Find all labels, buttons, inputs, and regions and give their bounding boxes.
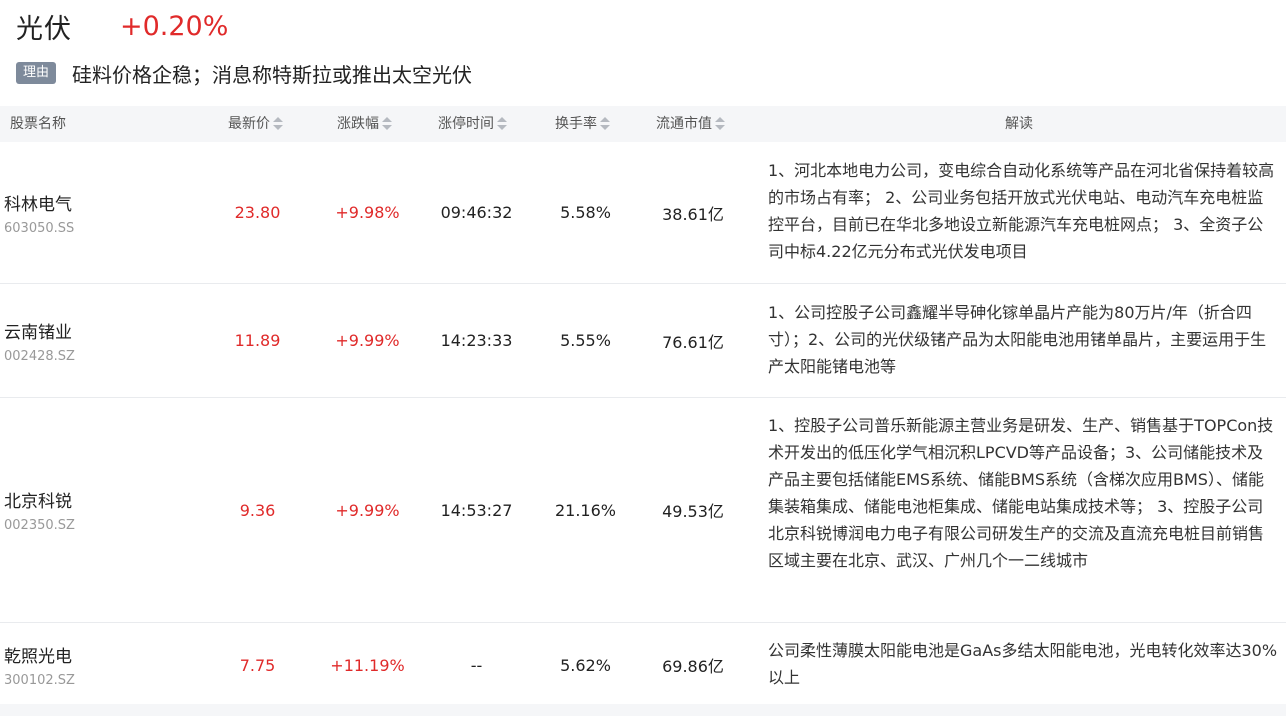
sort-icon[interactable] — [273, 117, 283, 131]
table-row[interactable]: 云南锗业 002428.SZ 11.89 +9.99% 14:23:33 5.5… — [0, 284, 1286, 398]
sector-change: +0.20% — [120, 10, 229, 42]
col-price-header[interactable]: 最新价 — [228, 106, 283, 142]
market-cap: 49.53亿 — [662, 502, 724, 521]
stock-name-cell[interactable]: 科林电气 603050.SS — [4, 142, 74, 283]
col-change-label: 涨跌幅 — [337, 116, 379, 132]
turnover-rate: 5.58% — [560, 203, 611, 222]
stock-name[interactable]: 北京科锐 — [4, 487, 72, 512]
table-row[interactable]: 科林电气 603050.SS 23.80 +9.98% 09:46:32 5.5… — [0, 142, 1286, 284]
col-price-label: 最新价 — [228, 116, 270, 132]
latest-price: 23.80 — [234, 203, 281, 222]
col-change-header[interactable]: 涨跌幅 — [337, 106, 392, 142]
market-cap: 69.86亿 — [662, 657, 724, 676]
reason-line: 理由 硅料价格企稳；消息称特斯拉或推出太空光伏 — [16, 56, 472, 90]
stock-code: 603050.SS — [4, 220, 75, 236]
col-name-header: 股票名称 — [10, 116, 66, 132]
turnover-rate: 5.62% — [560, 655, 611, 675]
latest-price: 11.89 — [234, 331, 281, 350]
price-change: +11.19% — [330, 655, 405, 675]
interpretation-text: 1、河北本地电力公司，变电综合自动化系统等产品在河北省保持着较高的市场占有率； … — [768, 161, 1275, 261]
table-header: 股票名称 最新价 涨跌幅 涨停时间 换手率 流通市值 解读 — [0, 106, 1286, 142]
col-limit-time-label: 涨停时间 — [438, 116, 494, 132]
sector-header: 光伏 +0.20% — [16, 6, 228, 46]
col-turnover-label: 换手率 — [555, 116, 597, 132]
sector-name: 光伏 — [16, 13, 72, 45]
stock-name[interactable]: 科林电气 — [4, 190, 72, 215]
stock-name[interactable]: 云南锗业 — [4, 318, 72, 343]
stock-name[interactable]: 乾照光电 — [4, 642, 72, 667]
stock-code: 300102.SZ — [4, 673, 75, 688]
table-row[interactable]: 乾照光电 300102.SZ 7.75 +11.19% -- 5.62% 69.… — [0, 623, 1286, 708]
stock-name-cell[interactable]: 乾照光电 300102.SZ — [4, 623, 75, 707]
price-change: +9.99% — [335, 331, 400, 350]
col-market-cap-label: 流通市值 — [656, 116, 712, 132]
col-turnover-header[interactable]: 换手率 — [555, 106, 610, 142]
turnover-rate: 5.55% — [560, 331, 611, 350]
table-row[interactable]: 北京科锐 002350.SZ 9.36 +9.99% 14:53:27 21.1… — [0, 398, 1286, 623]
limit-up-time: 09:46:32 — [440, 203, 513, 222]
latest-price: 7.75 — [239, 655, 276, 675]
limit-up-time: -- — [470, 655, 483, 675]
limit-up-time: 14:53:27 — [440, 500, 513, 520]
stock-code: 002350.SZ — [4, 518, 75, 533]
sort-icon[interactable] — [497, 117, 507, 131]
table-footer-band — [0, 704, 1286, 716]
limit-up-time: 14:23:33 — [440, 331, 513, 350]
stock-name-cell[interactable]: 云南锗业 002428.SZ — [4, 284, 75, 397]
stock-code: 002428.SZ — [4, 348, 75, 364]
col-interpretation-header: 解读 — [1005, 116, 1033, 132]
sort-icon[interactable] — [600, 117, 610, 131]
interpretation-text: 1、公司控股子公司鑫耀半导砷化镓单晶片产能为80万片/年（折合四寸）；2、公司的… — [768, 303, 1267, 376]
stock-table: 股票名称 最新价 涨跌幅 涨停时间 换手率 流通市值 解读 科林电气 60305… — [0, 106, 1286, 708]
col-market-cap-header[interactable]: 流通市值 — [656, 106, 725, 142]
reason-tag: 理由 — [16, 62, 57, 84]
price-change: +9.98% — [335, 203, 400, 222]
interpretation-text: 公司柔性薄膜太阳能电池是GaAs多结太阳能电池，光电转化效率达30%以上 — [768, 641, 1278, 687]
turnover-rate: 21.16% — [554, 500, 616, 520]
market-cap: 76.61亿 — [662, 332, 724, 352]
sort-icon[interactable] — [382, 117, 392, 131]
reason-text: 硅料价格企稳；消息称特斯拉或推出太空光伏 — [72, 62, 473, 87]
col-limit-time-header[interactable]: 涨停时间 — [438, 106, 507, 142]
sort-icon[interactable] — [715, 117, 725, 131]
stock-name-cell[interactable]: 北京科锐 002350.SZ — [4, 398, 75, 622]
latest-price: 9.36 — [239, 500, 276, 520]
interpretation-text: 1、控股子公司普乐新能源主营业务是研发、生产、销售基于TOPCon技术开发出的低… — [768, 416, 1274, 570]
price-change: +9.99% — [335, 500, 400, 520]
market-cap: 38.61亿 — [662, 204, 724, 224]
